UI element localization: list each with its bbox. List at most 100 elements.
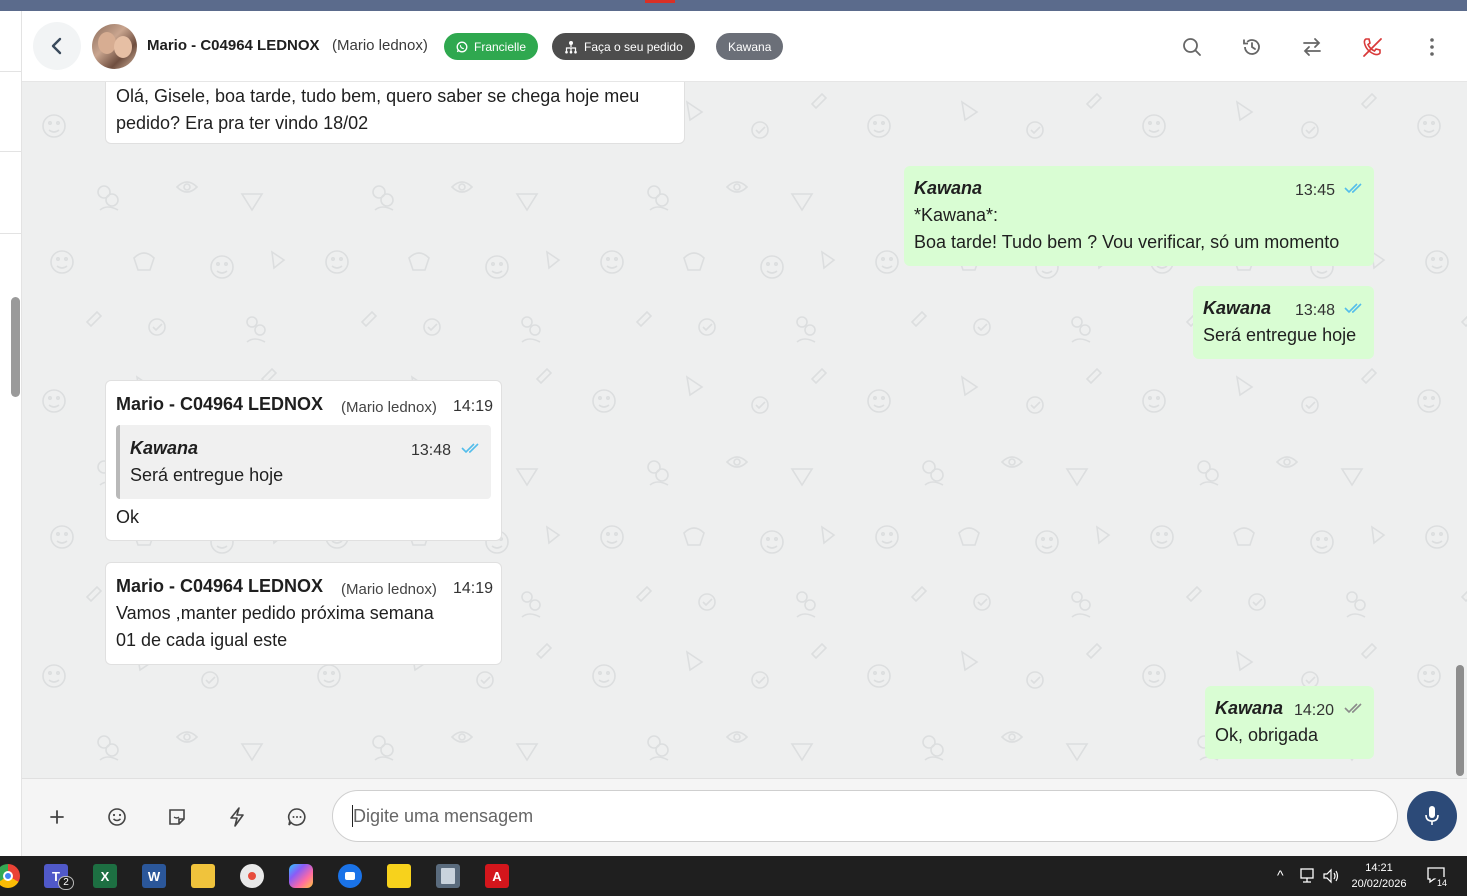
- message-time: 14:20: [1294, 702, 1335, 719]
- microphone-icon: [1425, 806, 1439, 825]
- excel-icon[interactable]: X: [93, 864, 117, 888]
- message-text: *Kawana*:: [914, 205, 999, 225]
- message-sender-alias: (Mario lednox): [341, 399, 437, 416]
- end-call-icon: [1363, 38, 1382, 57]
- tag-label: Francielle: [474, 39, 527, 54]
- notification-count-badge: 14: [1434, 877, 1450, 890]
- message-text: Será entregue hoje: [1203, 325, 1357, 345]
- message-time: 13:48: [1295, 302, 1336, 319]
- quoted-text: Será entregue hoje: [130, 465, 284, 485]
- arrow-left-icon: [51, 37, 62, 55]
- rail-divider: [0, 151, 22, 152]
- emoji-button[interactable]: [104, 804, 130, 830]
- chat-bubble-button[interactable]: [284, 804, 310, 830]
- sticky-notes-icon[interactable]: [387, 864, 411, 888]
- browser-top-strip: [0, 0, 1467, 11]
- message-input[interactable]: [332, 790, 1398, 842]
- chat-bubble-icon: [287, 808, 306, 826]
- message-text: pedido? Era pra ter vindo 18/02: [116, 113, 369, 133]
- quick-reply-button[interactable]: [224, 804, 250, 830]
- rail-divider: [0, 71, 22, 72]
- emoji-icon: [108, 808, 126, 826]
- message-time: 14:19: [453, 580, 494, 597]
- message-bubble-outgoing[interactable]: Kawana 13:48 Será entregue hoje: [1193, 286, 1374, 359]
- rail-scrollbar[interactable]: [11, 297, 20, 397]
- sticker-button[interactable]: [164, 804, 190, 830]
- taskbar-clock[interactable]: 14:21 20/02/2026: [1348, 860, 1410, 892]
- sticker-icon: [169, 809, 185, 825]
- message-bubble-outgoing[interactable]: Kawana 14:20 Ok, obrigada: [1205, 686, 1374, 759]
- history-icon: [1243, 39, 1260, 55]
- message-bubble-outgoing[interactable]: Kawana 13:45 *Kawana*: Boa tarde! Tudo b…: [904, 166, 1374, 266]
- end-call-button[interactable]: [1360, 35, 1384, 59]
- tag-label: Kawana: [728, 39, 772, 54]
- transfer-icon: [1303, 38, 1321, 56]
- thunderbird-icon[interactable]: [338, 864, 362, 888]
- chat-scrollbar[interactable]: [1456, 665, 1464, 776]
- record-audio-button[interactable]: [1407, 791, 1457, 841]
- quoted-time: 13:48: [411, 442, 452, 459]
- quoted-message[interactable]: Kawana 13:48 Será entregue hoje: [116, 425, 491, 499]
- tag-label: Faça o seu pedido: [584, 39, 683, 54]
- hierarchy-icon: [565, 40, 577, 53]
- tag-francielle[interactable]: Francielle: [444, 33, 539, 60]
- message-text: Boa tarde! Tudo bem ? Vou verificar, só …: [914, 232, 1340, 252]
- plus-icon: [50, 810, 64, 824]
- network-icon[interactable]: [1298, 868, 1316, 884]
- teams-badge: 2: [58, 876, 74, 890]
- message-sender: Kawana: [1203, 298, 1272, 318]
- tag-faca-o-seu-pedido[interactable]: Faça o seu pedido: [552, 33, 695, 60]
- copilot-icon[interactable]: [289, 864, 313, 888]
- clock-date: 20/02/2026: [1351, 878, 1407, 890]
- active-tab-indicator: [645, 0, 675, 3]
- word-icon[interactable]: W: [142, 864, 166, 888]
- file-explorer-icon[interactable]: [191, 864, 215, 888]
- message-sender: Mario - C04964 LEDNOX: [116, 576, 324, 596]
- contact-alias: (Mario lednox): [332, 37, 428, 54]
- windows-taskbar: T 2 X W A ^ 14:21 20/02/2026 14: [0, 856, 1467, 896]
- chevron-up-icon[interactable]: ^: [1277, 867, 1284, 883]
- message-bubble-incoming[interactable]: Olá, Gisele, boa tarde, tudo bem, quero …: [105, 82, 685, 144]
- message-text: Ok, obrigada: [1215, 725, 1319, 745]
- message-time: 13:45: [1295, 182, 1336, 199]
- history-button[interactable]: [1240, 35, 1264, 59]
- message-text: 01 de cada igual este: [116, 630, 288, 650]
- read-ticks-icon: [1344, 303, 1362, 314]
- more-vertical-icon: [1430, 38, 1434, 56]
- search-button[interactable]: [1180, 35, 1204, 59]
- contact-name: Mario - C04964 LEDNOX: [147, 37, 320, 54]
- delivered-ticks-icon: [1344, 703, 1362, 714]
- chat-header: Mario - C04964 LEDNOX (Mario lednox) Fra…: [22, 11, 1467, 82]
- clock-time: 14:21: [1365, 862, 1393, 874]
- paint-icon[interactable]: [240, 864, 264, 888]
- message-text: Vamos ,manter pedido próxima semana: [116, 603, 434, 623]
- quoted-sender: Kawana: [130, 438, 199, 458]
- rail-divider: [0, 233, 22, 234]
- text-caret: [352, 805, 353, 827]
- calculator-icon[interactable]: [436, 864, 460, 888]
- read-ticks-icon: [1344, 183, 1362, 194]
- message-sender-alias: (Mario lednox): [341, 581, 437, 598]
- left-rail: ‹: [0, 11, 22, 856]
- read-ticks-icon: [461, 443, 479, 454]
- message-bubble-incoming[interactable]: Mario - C04964 LEDNOX (Mario lednox) 14:…: [105, 562, 502, 665]
- quick-reply-icon: [230, 807, 244, 827]
- message-sender: Kawana: [1215, 698, 1284, 718]
- message-list[interactable]: Olá, Gisele, boa tarde, tudo bem, quero …: [22, 82, 1467, 778]
- chrome-icon[interactable]: [0, 864, 20, 888]
- message-text: Ok: [116, 507, 140, 527]
- message-bubble-incoming[interactable]: Mario - C04964 LEDNOX (Mario lednox) 14:…: [105, 380, 502, 541]
- attach-button[interactable]: [44, 804, 70, 830]
- volume-icon[interactable]: [1322, 868, 1340, 884]
- back-button[interactable]: [33, 22, 81, 70]
- transfer-button[interactable]: [1300, 35, 1324, 59]
- tag-kawana[interactable]: Kawana: [716, 33, 784, 60]
- message-time: 14:19: [453, 398, 494, 415]
- more-options-button[interactable]: [1420, 35, 1444, 59]
- acrobat-icon[interactable]: A: [485, 864, 509, 888]
- message-text: Olá, Gisele, boa tarde, tudo bem, quero …: [116, 86, 640, 106]
- composer-bar: [22, 778, 1467, 856]
- avatar[interactable]: [92, 24, 137, 69]
- message-sender: Kawana: [914, 178, 983, 198]
- message-sender: Mario - C04964 LEDNOX: [116, 394, 324, 414]
